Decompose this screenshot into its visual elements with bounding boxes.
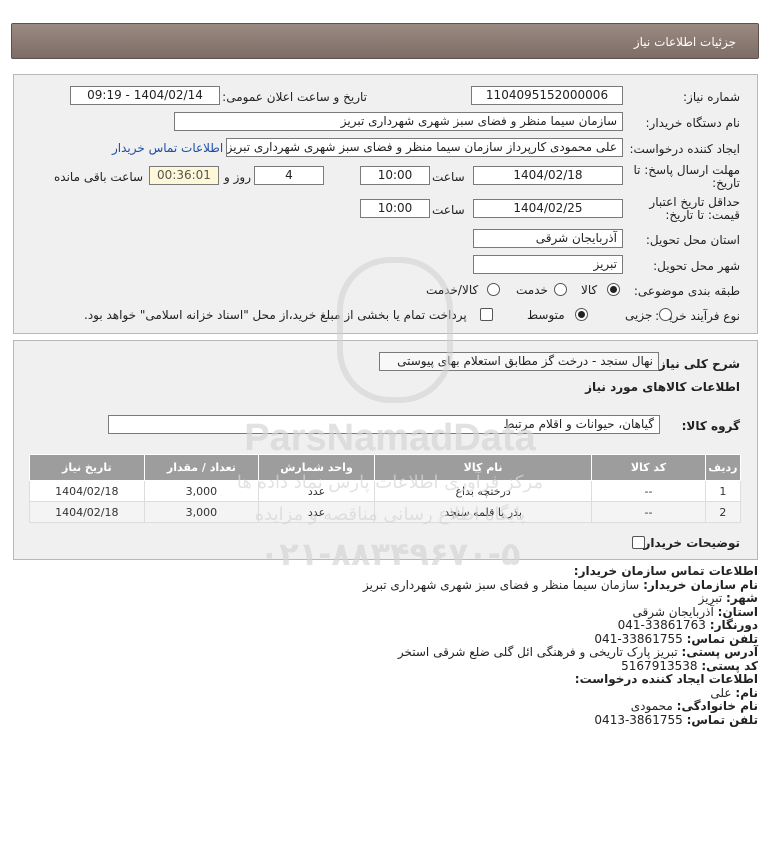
city-label: شهر محل تحویل: bbox=[653, 259, 740, 273]
deadline-time-field[interactable]: 10:00 bbox=[360, 166, 430, 185]
cell-unit: عدد bbox=[258, 480, 375, 502]
page-header: جزئیات اطلاعات نیاز bbox=[11, 23, 759, 59]
contact-address: تبریز پارک تاریخی و فرهنگی ائل گلی ضلع ش… bbox=[397, 645, 678, 659]
creator-last-name: محمودی bbox=[630, 699, 673, 713]
category-label: طبقه بندی موضوعی: bbox=[633, 284, 740, 298]
announce-datetime-field[interactable]: 1404/02/14 - 09:19 bbox=[70, 86, 220, 105]
cell-code: -- bbox=[591, 501, 706, 523]
table-row[interactable]: 1 -- درختچه بداغ عدد 3,000 1404/02/18 bbox=[29, 480, 742, 502]
contact-city: تبریز bbox=[698, 591, 723, 605]
need-details-panel: شماره نیاز: 1104095152000006 تاریخ و ساع… bbox=[13, 74, 758, 334]
validity-time-label: ساعت bbox=[432, 203, 465, 217]
creator-last-name-label: نام خانوادگی: bbox=[676, 699, 758, 713]
goods-info-title: اطلاعات کالاهای مورد نیاز bbox=[585, 380, 740, 394]
contact-city-label: شهر: bbox=[726, 591, 758, 605]
contact-fax: 041-33861763 bbox=[617, 618, 706, 632]
deadline-time-label: ساعت bbox=[432, 170, 465, 184]
category-radio-goods[interactable] bbox=[607, 283, 620, 296]
category-radio-service[interactable] bbox=[554, 283, 567, 296]
goods-panel: شرح کلی نیاز: نهال سنجد - درخت گز مطابق … bbox=[13, 340, 758, 560]
cell-name: درختچه بداغ bbox=[373, 480, 593, 502]
process-radio-minor[interactable] bbox=[659, 308, 672, 321]
category-option-goods: کالا bbox=[581, 283, 598, 297]
validity-label: حداقل تاریخ اعتبار bbox=[649, 195, 740, 209]
process-option-minor: جزیی bbox=[625, 308, 653, 322]
contact-address-label: آدرس پستی: bbox=[681, 645, 758, 659]
city-field[interactable]: تبریز bbox=[473, 255, 623, 274]
countdown-timer: 00:36:01 bbox=[149, 166, 219, 185]
category-option-service: خدمت bbox=[516, 283, 548, 297]
goods-table: ردیف کد کالا نام کالا واحد شمارش تعداد /… bbox=[29, 454, 742, 523]
buyer-notes-checkbox[interactable] bbox=[632, 536, 645, 549]
treasury-payment-checkbox[interactable] bbox=[480, 308, 493, 321]
col-code: کد کالا bbox=[591, 454, 706, 481]
col-date: تاریخ نیاز bbox=[29, 454, 145, 481]
table-row[interactable]: 2 -- بذر یا قلمه سنجد عدد 3,000 1404/02/… bbox=[29, 501, 742, 523]
contact-fax-label: دورنگار: bbox=[709, 618, 758, 632]
contact-org-label: نام سازمان خریدار: bbox=[643, 577, 758, 592]
summary-field[interactable]: نهال سنجد - درخت گز مطابق استعلام بهای پ… bbox=[379, 352, 659, 371]
creator-title: اطلاعات ایجاد کننده درخواست: bbox=[574, 672, 758, 686]
validity-label-date: قیمت: تا تاریخ: bbox=[665, 208, 740, 222]
page-title: جزئیات اطلاعات نیاز bbox=[633, 35, 736, 49]
goods-group-label: گروه کالا: bbox=[681, 419, 740, 433]
buyer-org-label: نام دستگاه خریدار: bbox=[645, 116, 741, 130]
validity-date-field[interactable]: 1404/02/25 bbox=[473, 199, 623, 218]
creator-phone-label: تلفن تماس: bbox=[686, 712, 758, 727]
contact-info-link[interactable]: اطلاعات تماس خریدار bbox=[112, 141, 223, 155]
process-option-medium: متوسط bbox=[527, 308, 565, 322]
col-unit: واحد شمارش bbox=[258, 454, 375, 481]
col-quantity: تعداد / مقدار bbox=[143, 454, 260, 481]
process-radio-medium[interactable] bbox=[575, 308, 588, 321]
need-number-label: شماره نیاز: bbox=[683, 90, 740, 104]
announce-label: تاریخ و ساعت اعلان عمومی: bbox=[222, 90, 367, 104]
buyer-notes-label: توضیحات خریدار: bbox=[638, 536, 740, 550]
remaining-label: ساعت باقی مانده bbox=[54, 170, 144, 184]
contact-org: سازمان سیما منظر و فضای سبز شهری شهرداری… bbox=[363, 577, 640, 592]
creator-phone: 0413-3861755 bbox=[594, 712, 683, 727]
cell-row: 1 bbox=[704, 480, 742, 502]
cell-quantity: 3,000 bbox=[143, 480, 260, 502]
deadline-date-field[interactable]: 1404/02/18 bbox=[473, 166, 623, 185]
contact-postal: 5167913538 bbox=[621, 658, 698, 673]
contact-title: اطلاعات تماس سازمان خریدار: bbox=[573, 564, 758, 578]
cell-date: 1404/02/18 bbox=[29, 501, 145, 523]
contact-section: اطلاعات تماس سازمان خریدار: نام سازمان خ… bbox=[20, 564, 758, 727]
province-field[interactable]: آذربایجان شرقی bbox=[473, 229, 623, 248]
cell-code: -- bbox=[591, 480, 706, 502]
cell-date: 1404/02/18 bbox=[29, 480, 145, 502]
buyer-org-field[interactable]: سازمان سیما منظر و فضای سبز شهری شهرداری… bbox=[174, 112, 623, 131]
creator-first-name-label: نام: bbox=[735, 685, 758, 700]
creator-first-name: علی bbox=[710, 685, 732, 700]
deadline-label: مهلت ارسال پاسخ: تا bbox=[633, 163, 740, 177]
cell-row: 2 bbox=[704, 501, 742, 523]
contact-postal-label: کد پستی: bbox=[701, 658, 758, 673]
contact-province-label: استان: bbox=[717, 604, 758, 619]
summary-label: شرح کلی نیاز: bbox=[654, 357, 740, 371]
goods-table-header: ردیف کد کالا نام کالا واحد شمارش تعداد /… bbox=[29, 454, 742, 481]
contact-phone: 041-33861755 bbox=[594, 631, 683, 646]
requester-label: ایجاد کننده درخواست: bbox=[629, 142, 740, 156]
category-option-goods-service: کالا/خدمت bbox=[426, 283, 479, 297]
goods-group-field[interactable]: گیاهان، حیوانات و اقلام مرتبط bbox=[108, 415, 660, 434]
contact-phone-label: تلفن تماس: bbox=[686, 631, 758, 646]
province-label: استان محل تحویل: bbox=[645, 233, 740, 247]
contact-province: آذربایجان شرقی bbox=[632, 604, 714, 619]
col-row: ردیف bbox=[704, 454, 742, 481]
col-name: نام کالا bbox=[373, 454, 593, 481]
requester-field[interactable]: علی محمودی کارپرداز سازمان سیما منظر و ف… bbox=[226, 138, 623, 157]
need-number-field[interactable]: 1104095152000006 bbox=[471, 86, 623, 105]
cell-quantity: 3,000 bbox=[143, 501, 260, 523]
category-radio-goods-service[interactable] bbox=[487, 283, 500, 296]
days-label: روز و bbox=[224, 170, 251, 184]
deadline-label-date: تاریخ: bbox=[712, 176, 740, 190]
days-remaining-field[interactable]: 4 bbox=[254, 166, 324, 185]
treasury-payment-text: پرداخت تمام یا بخشی از مبلغ خرید،از محل … bbox=[84, 308, 467, 322]
cell-unit: عدد bbox=[258, 501, 375, 523]
cell-name: بذر یا قلمه سنجد bbox=[373, 501, 593, 523]
validity-time-field[interactable]: 10:00 bbox=[360, 199, 430, 218]
